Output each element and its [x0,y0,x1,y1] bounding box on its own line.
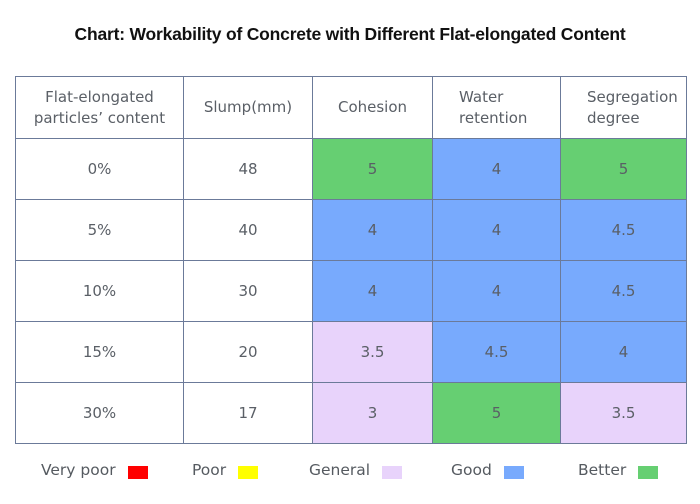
table-cell-content: 5% [15,199,184,261]
legend-item-poor: Poor [192,460,259,479]
header-cell: Flat-elongated particles’ content [15,76,184,139]
table-cell-segregation: 3.5 [560,382,687,444]
legend-swatch [127,466,148,479]
table-cell-slump: 20 [183,321,313,383]
header-label: Slump(mm) [204,97,292,118]
table-cell-segregation: 5 [560,138,687,200]
table-cell-water-retention: 4 [432,260,561,322]
table-cell-cohesion: 3 [312,382,433,444]
table-cell-cohesion: 3.5 [312,321,433,383]
table-cell-cohesion: 5 [312,138,433,200]
table-cell-slump: 17 [183,382,313,444]
legend-item-better: Better [578,460,659,479]
legend-label: Better [578,460,627,479]
header-cell: Water retention [432,76,561,139]
legend-swatch [382,466,403,479]
header-label-line: retention [459,108,528,127]
table-cell-water-retention: 4 [432,138,561,200]
legend-label: Very poor [41,460,116,479]
legend-label: Poor [192,460,227,479]
table-cell-cohesion: 4 [312,199,433,261]
header-label: Flat-elongated particles’ content [34,87,165,129]
table-cell-slump: 48 [183,138,313,200]
header-cell: Slump(mm) [183,76,313,139]
table-cell-content: 0% [15,138,184,200]
table-cell-content: 10% [15,260,184,322]
table-cell-cohesion: 4 [312,260,433,322]
header-label-line: Segregation [587,87,678,106]
header-cell: Cohesion [312,76,433,139]
table-cell-content: 30% [15,382,184,444]
legend-swatch [238,466,259,479]
legend-item-very-poor: Very poor [41,460,148,479]
header-label-line: Slump(mm) [203,98,293,116]
header-label-line: Flat-elongated [45,87,154,106]
table-cell-segregation: 4.5 [560,260,687,322]
header-label-line: degree [587,108,640,127]
legend-swatch [503,466,524,479]
table-cell-content: 15% [15,321,184,383]
legend-label: Good [451,460,492,479]
legend-swatch [638,466,659,479]
header-cell: Segregation degree [560,76,687,139]
header-label: Water retention [459,87,527,129]
chart-title: Chart: Workability of Concrete with Diff… [74,24,626,44]
header-label-line: particles’ content [33,108,166,127]
header-label-line: Water [459,87,504,106]
header-label-line: Cohesion [337,98,408,116]
legend-item-general: General [309,460,403,479]
table-cell-slump: 30 [183,260,313,322]
legend-item-good: Good [451,460,524,479]
legend-label: General [309,460,371,479]
table-cell-segregation: 4.5 [560,199,687,261]
table-cell-water-retention: 4.5 [432,321,561,383]
table-cell-segregation: 4 [560,321,687,383]
header-label: Segregation degree [587,87,678,129]
header-label: Cohesion [338,97,407,118]
table-cell-slump: 40 [183,199,313,261]
table-cell-water-retention: 4 [432,199,561,261]
table-cell-water-retention: 5 [432,382,561,444]
